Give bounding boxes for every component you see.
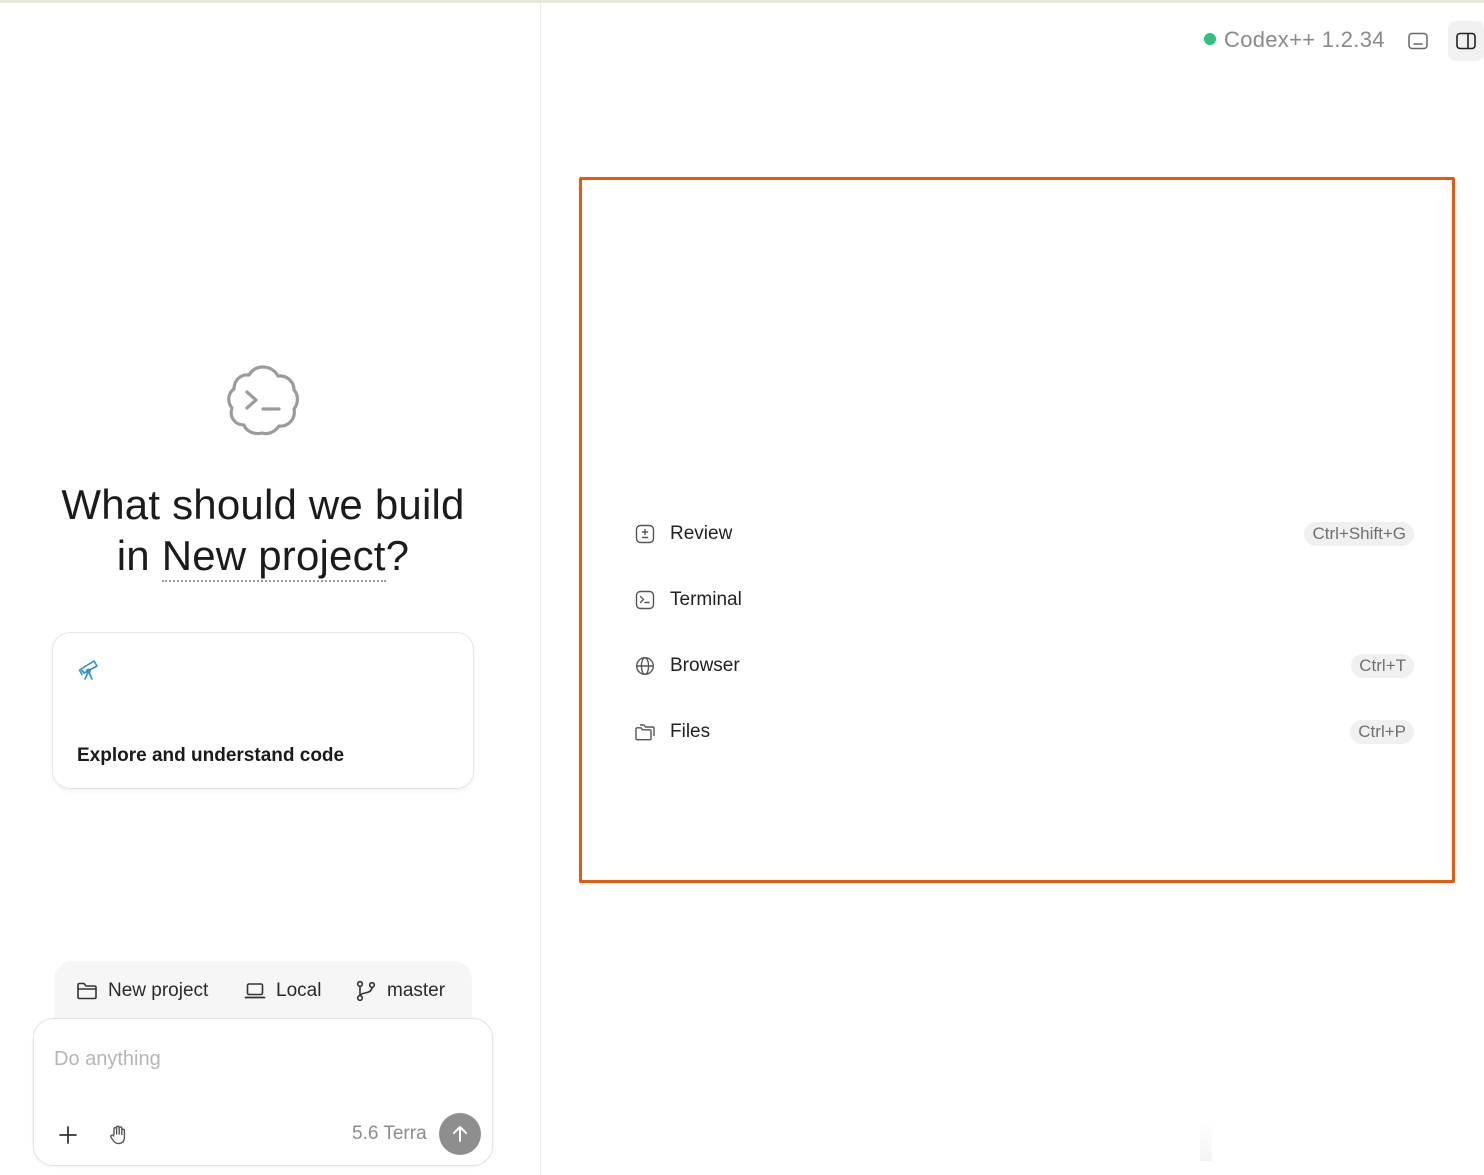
project-name-selector[interactable]: New project <box>161 532 386 582</box>
telescope-icon <box>77 657 101 681</box>
side-panel-icon <box>1456 32 1476 50</box>
add-attachment-button[interactable] <box>54 1121 82 1149</box>
panel-option-files[interactable]: Files Ctrl+P <box>634 712 1414 752</box>
model-selector[interactable]: 5.6 Terra <box>352 1123 427 1145</box>
send-button[interactable] <box>439 1113 481 1155</box>
app-version-label: Codex++ 1.2.34 <box>1224 27 1385 52</box>
chat-pane: What should we build in New project? Exp… <box>0 3 541 1175</box>
laptop-icon <box>244 983 266 999</box>
shortcut-badge: Ctrl+T <box>1351 654 1414 678</box>
suggestion-label: Explore and understand code <box>77 745 345 766</box>
hero-title-line1: What should we build <box>61 481 465 528</box>
hero-title-suffix: ? <box>385 532 410 579</box>
panel-option-label: Terminal <box>670 589 742 610</box>
bottom-panel-icon <box>1408 32 1428 50</box>
panel-option-label: Review <box>670 523 733 544</box>
panel-option-label: Files <box>670 721 711 742</box>
hero-title-prefix: in <box>116 532 162 579</box>
terminal-icon <box>634 589 656 611</box>
files-icon <box>634 721 656 743</box>
shortcut-badge: Ctrl+P <box>1350 720 1414 744</box>
globe-icon <box>634 655 656 677</box>
toggle-bottom-panel-button[interactable] <box>1402 25 1434 57</box>
app-logo-icon <box>226 363 300 437</box>
approval-mode-button[interactable] <box>104 1121 132 1149</box>
panel-option-review[interactable]: Review Ctrl+Shift+G <box>634 514 1414 554</box>
shortcut-badge: Ctrl+Shift+G <box>1304 522 1414 546</box>
git-branch-icon <box>356 980 376 1002</box>
review-icon <box>634 523 656 545</box>
decorative-shadow <box>1200 1121 1212 1161</box>
hand-icon <box>110 1125 126 1145</box>
hero-title: What should we build in New project? <box>20 479 506 582</box>
environment-selector[interactable]: Local <box>244 977 321 1005</box>
arrow-up-icon <box>453 1126 467 1142</box>
folder-icon <box>77 982 97 1000</box>
branch-selector[interactable]: master <box>355 977 445 1005</box>
side-panel: Codex++ 1.2.34 Review Ctrl+Shift+G Termi… <box>541 3 1484 1175</box>
suggestion-card-explore[interactable]: Explore and understand code <box>52 632 474 789</box>
panel-option-label: Browser <box>670 655 740 676</box>
composer: 5.6 Terra <box>33 1018 493 1166</box>
environment-selector-label: Local <box>276 980 322 1001</box>
panel-option-browser[interactable]: Browser Ctrl+T <box>634 646 1414 686</box>
panel-options-highlight: Review Ctrl+Shift+G Terminal Browser Ctr… <box>579 177 1455 883</box>
plus-icon <box>59 1126 77 1144</box>
context-bar: New project Local master <box>54 961 472 1023</box>
panel-option-terminal[interactable]: Terminal <box>634 580 1414 620</box>
hero-title-line2: in New project? <box>20 530 506 582</box>
branch-selector-label: master <box>387 980 446 1001</box>
project-selector[interactable]: New project <box>76 977 208 1005</box>
status-dot <box>1204 33 1216 45</box>
prompt-input[interactable] <box>52 1041 476 1077</box>
toggle-side-panel-button[interactable] <box>1448 21 1484 61</box>
project-selector-label: New project <box>108 980 209 1001</box>
